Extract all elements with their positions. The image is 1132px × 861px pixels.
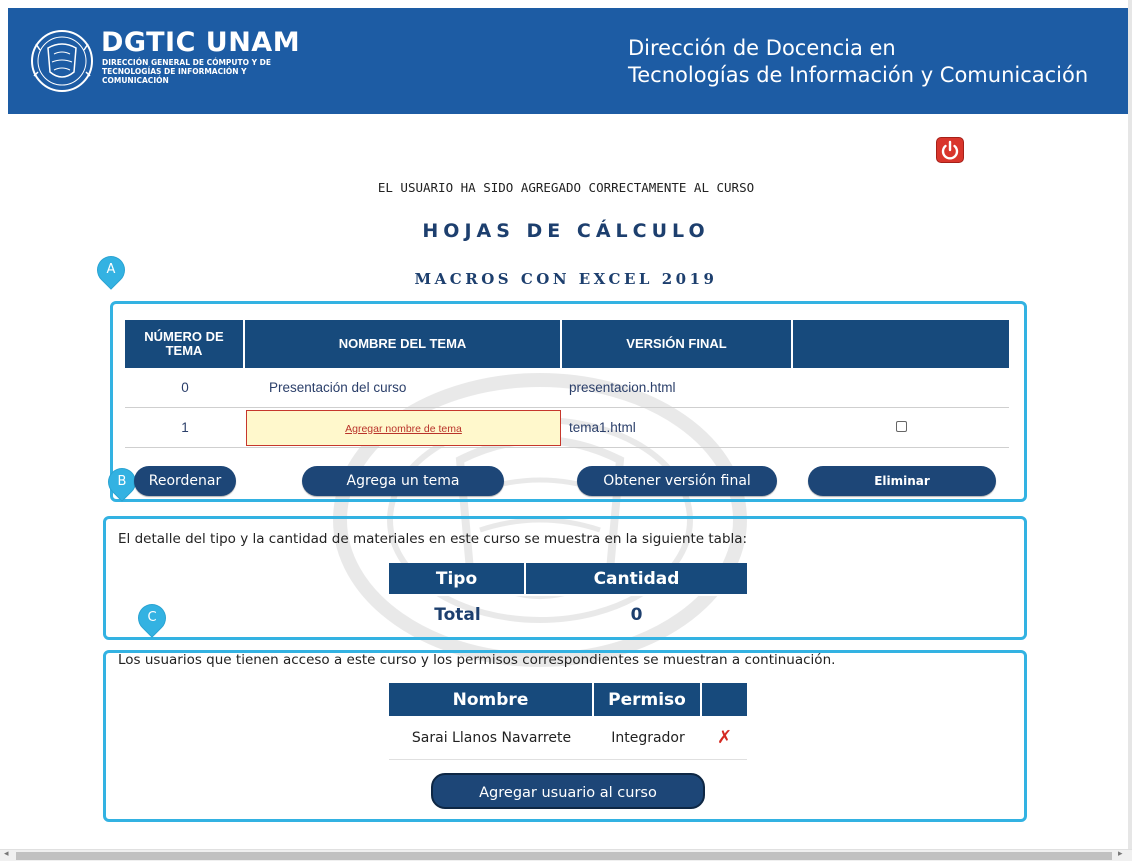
add-user-button[interactable]: Agregar usuario al curso	[431, 773, 705, 809]
topic-final-file: tema1.html	[562, 408, 793, 448]
total-value: 0	[630, 605, 643, 625]
vertical-scrollbar[interactable]	[1128, 0, 1132, 849]
unam-seal-logo	[31, 30, 93, 92]
user-permission: Integrador	[594, 716, 702, 760]
header-user-name: Nombre	[389, 683, 594, 716]
delete-button[interactable]: Eliminar	[808, 466, 996, 496]
users-header-row: Nombre Permiso	[389, 683, 747, 716]
topic-final-file: presentacion.html	[562, 368, 793, 408]
brand-subtitle: DIRECCIÓN GENERAL DE CÓMPUTO Y DE TECNOL…	[102, 58, 272, 85]
remove-user-cell: ✗	[702, 716, 747, 760]
header-permission: Permiso	[594, 683, 702, 716]
scrollbar-thumb[interactable]	[16, 852, 1112, 860]
scroll-right-arrow-icon[interactable]: ▸	[1118, 849, 1123, 859]
final-version-button[interactable]: Obtener versión final	[577, 466, 777, 496]
table-row: Total 0	[389, 596, 747, 634]
site-header: DGTIC UNAM DIRECCIÓN GENERAL DE CÓMPUTO …	[8, 8, 1128, 114]
add-topic-button[interactable]: Agrega un tema	[302, 466, 504, 496]
header-department-line2: Tecnologías de Información y Comunicació…	[628, 63, 1089, 87]
course-subtitle: MACROS CON EXCEL 2019	[414, 270, 718, 288]
header-type: Tipo	[389, 563, 526, 596]
header-final-version: VERSIÓN FINAL	[562, 320, 793, 368]
header-department-line1: Dirección de Docencia en	[628, 36, 896, 60]
topic-actions-cell	[793, 368, 1009, 408]
total-label: Total	[434, 605, 481, 625]
header-topic-name: NOMBRE DEL TEMA	[245, 320, 562, 368]
topic-name-cell: Agregar nombre de tema	[245, 408, 562, 448]
scroll-left-arrow-icon[interactable]: ◂	[4, 849, 9, 859]
user-name: Sarai Llanos Navarrete	[389, 716, 594, 760]
status-message: EL USUARIO HA SIDO AGREGADO CORRECTAMENT…	[377, 180, 755, 195]
header-topic-number: NÚMERO DE TEMA	[125, 320, 245, 368]
course-title: HOJAS DE CÁLCULO	[422, 220, 710, 242]
horizontal-scrollbar[interactable]: ◂ ▸	[0, 849, 1132, 861]
power-icon	[941, 140, 959, 160]
brand-title: DGTIC UNAM	[101, 27, 301, 58]
topic-name: Presentación del curso	[245, 368, 562, 408]
topic-select-checkbox[interactable]	[895, 421, 907, 432]
header-actions	[793, 320, 1009, 368]
topics-table: NÚMERO DE TEMA NOMBRE DEL TEMA VERSIÓN F…	[125, 320, 1009, 448]
header-department: Dirección de Docencia en Tecnologías de …	[628, 35, 1088, 89]
materials-table: Tipo Cantidad Total 0	[389, 563, 747, 634]
reorder-button[interactable]: Reordenar	[134, 466, 236, 496]
materials-description: El detalle del tipo y la cantidad de mat…	[118, 531, 748, 547]
header-user-actions	[702, 683, 747, 716]
remove-user-icon[interactable]: ✗	[717, 727, 732, 748]
topics-header-row: NÚMERO DE TEMA NOMBRE DEL TEMA VERSIÓN F…	[125, 320, 1009, 368]
add-topic-name-link[interactable]: Agregar nombre de tema	[246, 409, 561, 446]
topic-number: 0	[125, 368, 245, 408]
users-table: Nombre Permiso Sarai Llanos Navarrete In…	[389, 683, 747, 760]
table-row: Sarai Llanos Navarrete Integrador ✗	[389, 716, 747, 760]
materials-header-row: Tipo Cantidad	[389, 563, 747, 596]
topic-actions-cell	[793, 408, 1009, 448]
table-row: 0 Presentación del curso presentacion.ht…	[125, 368, 1009, 408]
table-row: 1 Agregar nombre de tema tema1.html	[125, 408, 1009, 448]
users-description: Los usuarios que tienen acceso a este cu…	[118, 652, 836, 668]
marker-c: C	[133, 599, 171, 637]
topic-number: 1	[125, 408, 245, 448]
marker-a: A	[92, 251, 130, 289]
logout-button[interactable]	[936, 137, 964, 163]
header-quantity: Cantidad	[526, 563, 747, 596]
